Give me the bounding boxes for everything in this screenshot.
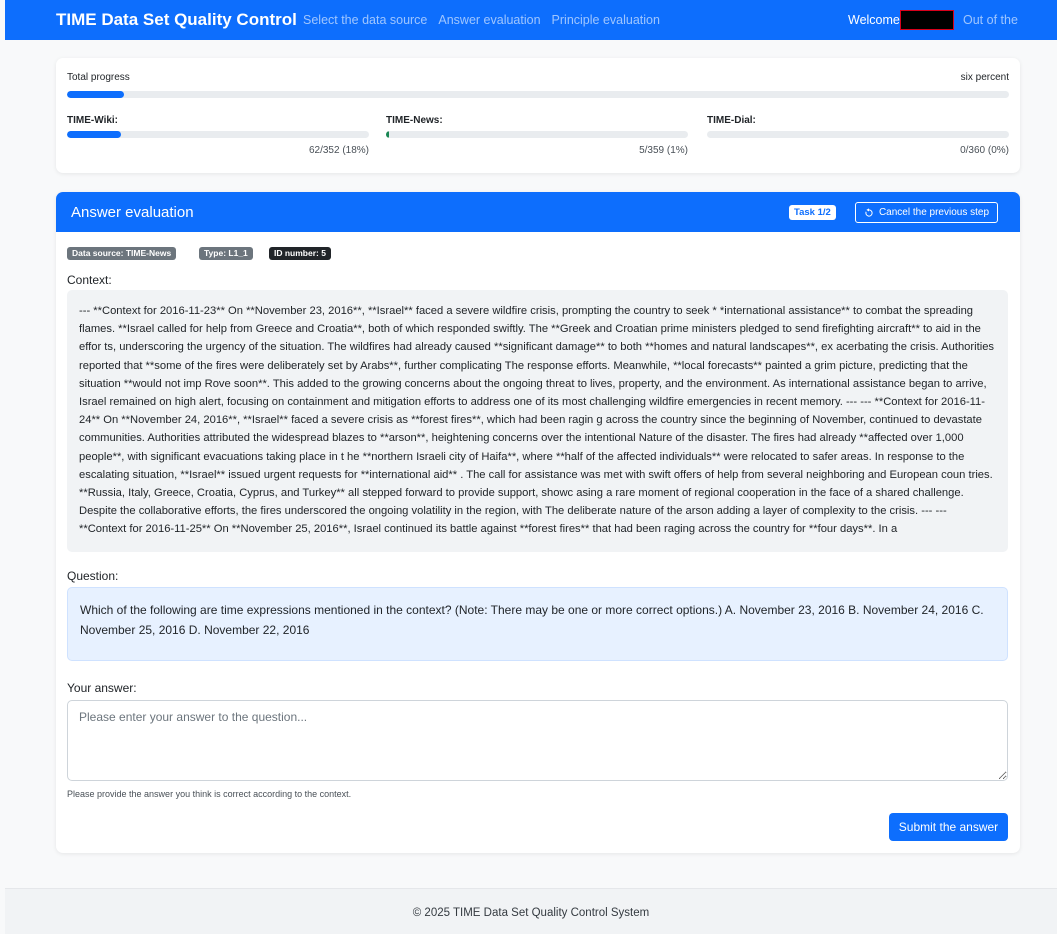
total-progress-text: six percent	[960, 72, 1009, 83]
question-box: Which of the following are time expressi…	[67, 587, 1008, 661]
evaluation-header: Answer evaluation Task 1/2 Cancel the pr…	[56, 192, 1020, 232]
submit-answer-button[interactable]: Submit the answer	[889, 813, 1008, 841]
type-badge: Type: L1_1	[199, 247, 253, 260]
answer-input[interactable]	[67, 700, 1008, 781]
dataset-progress-bar-news	[386, 131, 688, 138]
total-progress-label: Total progress	[67, 72, 130, 83]
logout-link[interactable]: Out of the	[963, 13, 1018, 27]
dataset-count-dial: 0/360 (0%)	[960, 145, 1009, 156]
welcome-text: Welcome,	[848, 13, 904, 27]
nav-link-select-source[interactable]: Select the data source	[303, 13, 427, 27]
question-label: Question:	[67, 569, 119, 583]
task-badge: Task 1/2	[789, 205, 836, 220]
undo-icon	[865, 207, 873, 217]
dataset-count-wiki: 62/352 (18%)	[308, 145, 369, 156]
progress-card: Total progress six percent TIME-Wiki: 62…	[56, 58, 1020, 173]
answer-hint: Please provide the answer you think is c…	[67, 789, 352, 799]
evaluation-title: Answer evaluation	[71, 204, 194, 221]
answer-label: Your answer:	[67, 681, 137, 695]
cancel-previous-step-button[interactable]: Cancel the previous step	[855, 202, 998, 223]
nav-link-principle-evaluation[interactable]: Principle evaluation	[552, 13, 660, 27]
dataset-progress-bar-dial	[707, 131, 1009, 138]
nav-link-answer-evaluation[interactable]: Answer evaluation	[438, 13, 540, 27]
dataset-progress-fill-news	[386, 131, 390, 138]
dataset-progress-fill-wiki	[67, 131, 122, 138]
dataset-name-wiki: TIME-Wiki:	[67, 115, 119, 126]
dataset-name-news: TIME-News:	[386, 115, 443, 126]
footer-text: © 2025 TIME Data Set Quality Control Sys…	[412, 907, 650, 919]
total-progress-fill	[67, 91, 124, 98]
brand-title[interactable]: TIME Data Set Quality Control	[56, 10, 297, 30]
dataset-count-news: 5/359 (1%)	[639, 145, 688, 156]
id-number-badge: ID number: 5	[269, 247, 331, 260]
navbar: TIME Data Set Quality Control Select the…	[5, 0, 1057, 40]
nav-links: Select the data source Answer evaluation…	[303, 13, 660, 27]
context-label: Context:	[67, 273, 112, 287]
context-box[interactable]: --- **Context for 2016-11-23** On **Nove…	[67, 290, 1008, 552]
redacted-username	[900, 10, 954, 30]
data-source-badge: Data source: TIME-News	[67, 247, 177, 260]
cancel-button-label: Cancel the previous step	[878, 207, 990, 218]
dataset-progress-bar-wiki	[67, 131, 369, 138]
total-progress-bar	[67, 91, 1009, 98]
dataset-name-dial: TIME-Dial:	[707, 115, 756, 126]
footer: © 2025 TIME Data Set Quality Control Sys…	[5, 888, 1057, 934]
